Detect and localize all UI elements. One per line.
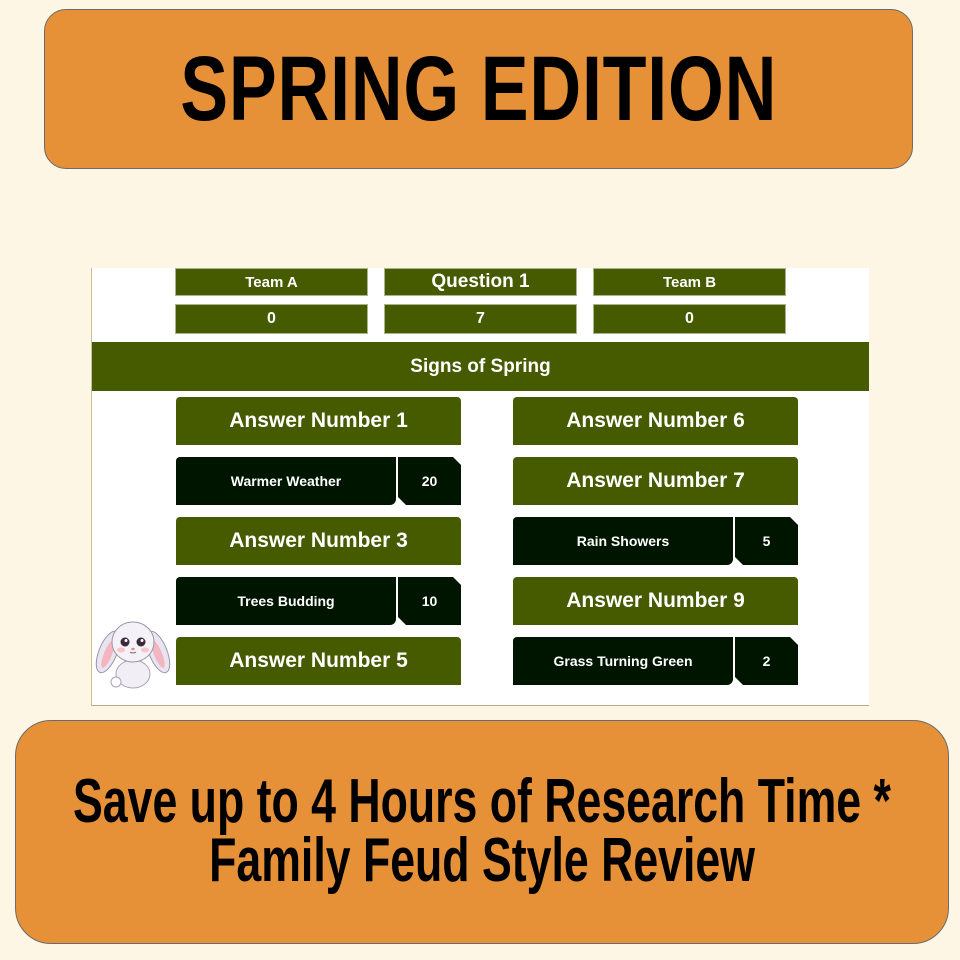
answer-tile-6[interactable]: Answer Number 6 [513,397,798,445]
answer-tile-2[interactable]: Warmer Weather 20 [176,457,461,505]
answer-text: Grass Turning Green [513,637,733,685]
game-board: Team A Question 1 Team B 0 7 0 Signs of … [91,268,869,706]
team-b-score: 0 [593,304,786,334]
answer-tile-5[interactable]: Answer Number 5 [176,637,461,685]
answer-points: 5 [735,517,798,565]
answer-tile-3[interactable]: Answer Number 3 [176,517,461,565]
bunny-icon [95,621,171,689]
banner-title: SPRING EDITION [179,38,778,140]
answer-tile-4[interactable]: Trees Budding 10 [176,577,461,625]
bottom-banner: Save up to 4 Hours of Research Time * Fa… [15,720,949,944]
answer-text: Trees Budding [176,577,396,625]
answer-text: Warmer Weather [176,457,396,505]
answer-tile-9[interactable]: Answer Number 9 [513,577,798,625]
top-banner: SPRING EDITION [44,9,913,169]
answer-points: 20 [398,457,461,505]
banner-line-1: Save up to 4 Hours of Research Time * [73,767,891,837]
answer-points: 2 [735,637,798,685]
answer-points: 10 [398,577,461,625]
banner-line-2: Family Feud Style Review [209,826,755,895]
answer-tile-8[interactable]: Rain Showers 5 [513,517,798,565]
team-a-label: Team A [175,268,368,296]
answer-tile-1[interactable]: Answer Number 1 [176,397,461,445]
answer-tile-7[interactable]: Answer Number 7 [513,457,798,505]
question-topic: Signs of Spring [92,342,869,391]
team-b-label: Team B [593,268,786,296]
question-value: 7 [384,304,577,334]
answer-text: Rain Showers [513,517,733,565]
question-label: Question 1 [384,268,577,296]
team-a-score: 0 [175,304,368,334]
answer-tile-10[interactable]: Grass Turning Green 2 [513,637,798,685]
